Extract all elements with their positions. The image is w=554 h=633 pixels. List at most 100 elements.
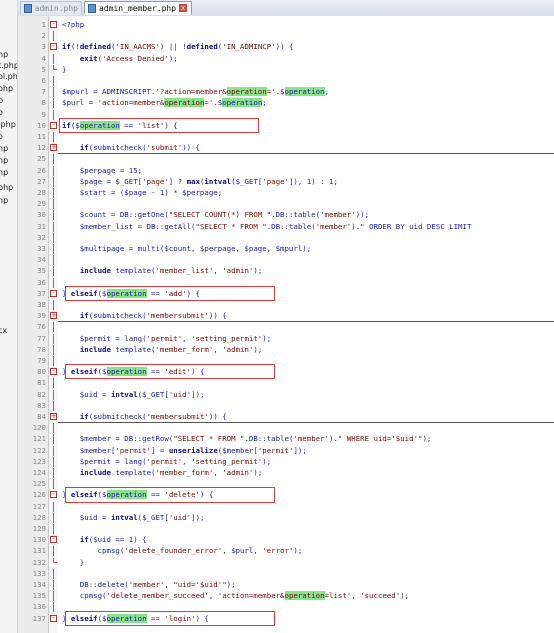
code-line[interactable]: 25 — [18, 154, 554, 165]
code-line[interactable]: 4 exit('Access Denied'); — [18, 53, 554, 64]
code-line[interactable]: 6 — [18, 76, 554, 86]
code-line[interactable]: 81 — [18, 378, 554, 389]
code-line[interactable]: 124 include template('member_form', 'adm… — [18, 468, 554, 478]
folded-block-divider — [58, 321, 554, 323]
code-text: $multipage = multi($count, $perpage, $pa… — [62, 244, 312, 253]
code-line[interactable]: 131 cpmsg('delete_founder_error', $purl,… — [18, 546, 554, 557]
fold-guide — [53, 580, 54, 590]
file-item[interactable]: cx — [0, 326, 7, 335]
code-line[interactable]: 77 $permit = lang('permit', 'setting_per… — [18, 333, 554, 344]
code-line[interactable]: 5} — [18, 64, 554, 75]
fold-collapse-icon[interactable]: - — [50, 614, 57, 622]
line-number: 122 — [32, 445, 46, 455]
file-item[interactable]: hp — [0, 168, 8, 177]
file-item[interactable]: php — [0, 183, 13, 192]
fold-collapse-icon[interactable]: - — [50, 21, 57, 28]
line-number: 1 — [41, 20, 46, 29]
code-line[interactable]: 34 — [18, 255, 554, 266]
code-line[interactable]: 133 — [18, 568, 554, 579]
file-item[interactable]: ol.ph — [0, 72, 17, 81]
code-line[interactable]: 128 $uid = intval($_GET['uid']); — [18, 512, 554, 523]
line-number: 27 — [37, 176, 46, 186]
file-item[interactable]: t.php — [0, 61, 17, 70]
fold-expand-icon[interactable]: + — [50, 144, 57, 152]
tab-label: admin_member.php — [99, 3, 177, 13]
file-item[interactable]: o — [0, 132, 3, 141]
code-line[interactable]: 120 — [18, 423, 554, 434]
code-text: if(!defined('IN_AACMS') || !defined('IN_… — [62, 42, 294, 52]
code-line[interactable]: 26 $perpage = 15; — [18, 165, 554, 176]
code-line[interactable]: 76 — [18, 322, 554, 333]
code-text: $perpage = 15; — [62, 165, 143, 175]
code-editor[interactable]: 1- <?php 2 3- if(!defined('IN_AACMS') || !de… — [18, 16, 554, 633]
code-line[interactable]: 27 $page = $_GET['page'] ? max(intval($_… — [18, 176, 554, 187]
line-number: 127 — [32, 501, 46, 511]
code-line[interactable]: 82 $uid = intval($_GET['uid']); — [18, 389, 554, 400]
line-number: 10 — [37, 120, 46, 130]
code-line[interactable]: 3- if(!defined('IN_AACMS') || !defined('I… — [18, 42, 554, 52]
code-line[interactable]: 11 — [18, 132, 554, 142]
code-line[interactable]: 122 $member['permit'] = unserialize($mem… — [18, 445, 554, 456]
fold-collapse-icon[interactable]: - — [50, 368, 57, 376]
code-line[interactable]: 33 $multipage = multi($count, $perpage, … — [18, 244, 554, 254]
code-line[interactable]: 39 + if(submitcheck('membersubmit')) { — [18, 311, 554, 321]
fold-collapse-icon[interactable]: - — [50, 121, 57, 129]
code-line[interactable]: 8 $purl = 'action=member&operation='.$ope… — [18, 98, 554, 109]
code-line[interactable]: 38 — [18, 300, 554, 310]
line-number: 79 — [37, 356, 46, 365]
code-line[interactable]: 78 include template('member_form', 'admi… — [18, 344, 554, 355]
fold-collapse-icon[interactable]: - — [50, 536, 57, 544]
file-item[interactable]: hp — [0, 156, 8, 165]
code-line[interactable]: 32 — [18, 232, 554, 243]
fold-guide — [53, 479, 54, 490]
tab-admin-php[interactable]: admin.php — [20, 1, 82, 15]
code-line[interactable]: 7 $mpurl = ADMINSCRIPT.'?action=member&op… — [18, 87, 554, 98]
code-line[interactable]: 134 DB::delete('member', "uid='$uid'"); — [18, 580, 554, 590]
line-number: 7 — [41, 87, 46, 97]
close-icon[interactable]: x — [179, 4, 188, 12]
fold-guide — [53, 356, 54, 366]
fold-guide — [53, 468, 54, 478]
fold-collapse-icon[interactable]: - — [50, 43, 57, 51]
fold-collapse-icon[interactable]: - — [50, 491, 57, 499]
code-line[interactable]: 132 } — [18, 557, 554, 568]
fold-guide — [53, 602, 54, 613]
code-line[interactable]: 129 — [18, 524, 554, 534]
file-item[interactable]: o — [0, 108, 3, 117]
code-text: $uid = intval($_GET['uid']); — [62, 389, 205, 399]
file-item[interactable]: hp — [0, 196, 8, 205]
file-item[interactable]: hp — [0, 144, 8, 153]
code-line[interactable]: 28 $start = ($page - 1) * $perpage; — [18, 188, 554, 198]
file-item[interactable]: ohp — [0, 84, 13, 93]
code-line[interactable]: 2 — [18, 31, 554, 42]
code-line[interactable]: 121 $member = DB::getRow("SELECT * FROM … — [18, 434, 554, 445]
fold-expand-icon[interactable]: + — [50, 413, 57, 420]
fold-guide — [53, 344, 54, 355]
fold-guide — [53, 76, 54, 86]
line-number: 80 — [37, 367, 46, 377]
code-line[interactable]: 35 include template('member_list', 'admi… — [18, 266, 554, 277]
file-item[interactable]: .php — [0, 120, 16, 129]
code-text: $member_list = DB::getAll("SELECT * FROM… — [62, 221, 472, 231]
code-line[interactable]: 83 — [18, 400, 554, 411]
code-line[interactable]: 130- if($uid == 1) { — [18, 535, 554, 545]
code-line[interactable]: 31 $member_list = DB::getAll("SELECT * F… — [18, 221, 554, 232]
code-text: $page = $_GET['page'] ? max(intval($_GET… — [62, 176, 338, 186]
code-line[interactable]: 30 $count = DB::getOne("SELECT COUNT(*) … — [18, 210, 554, 221]
file-item[interactable]: hp — [0, 50, 8, 59]
fold-expand-icon[interactable]: + — [50, 312, 57, 320]
tab-admin-member-php[interactable]: admin_member.php x — [84, 1, 192, 15]
code-line[interactable]: 135 cpmsg('delete_member_succeed', 'acti… — [18, 591, 554, 602]
code-line[interactable]: 29 — [18, 199, 554, 210]
code-line[interactable]: 127 — [18, 501, 554, 512]
line-number: 31 — [37, 221, 46, 231]
code-line[interactable]: 123 $permit = lang('permit', 'setting_pe… — [18, 456, 554, 467]
fold-collapse-icon[interactable]: - — [50, 289, 57, 297]
code-line[interactable]: 84 + if(submitcheck('membersubmit')) { — [18, 412, 554, 422]
line-number: 128 — [32, 512, 46, 522]
code-line[interactable]: 1- <?php — [18, 20, 554, 30]
file-item[interactable]: p — [0, 96, 3, 105]
annotation-box — [65, 487, 275, 503]
code-line[interactable]: 12 + if(submitcheck('submit')) { — [18, 143, 554, 153]
line-number: 83 — [37, 400, 46, 410]
